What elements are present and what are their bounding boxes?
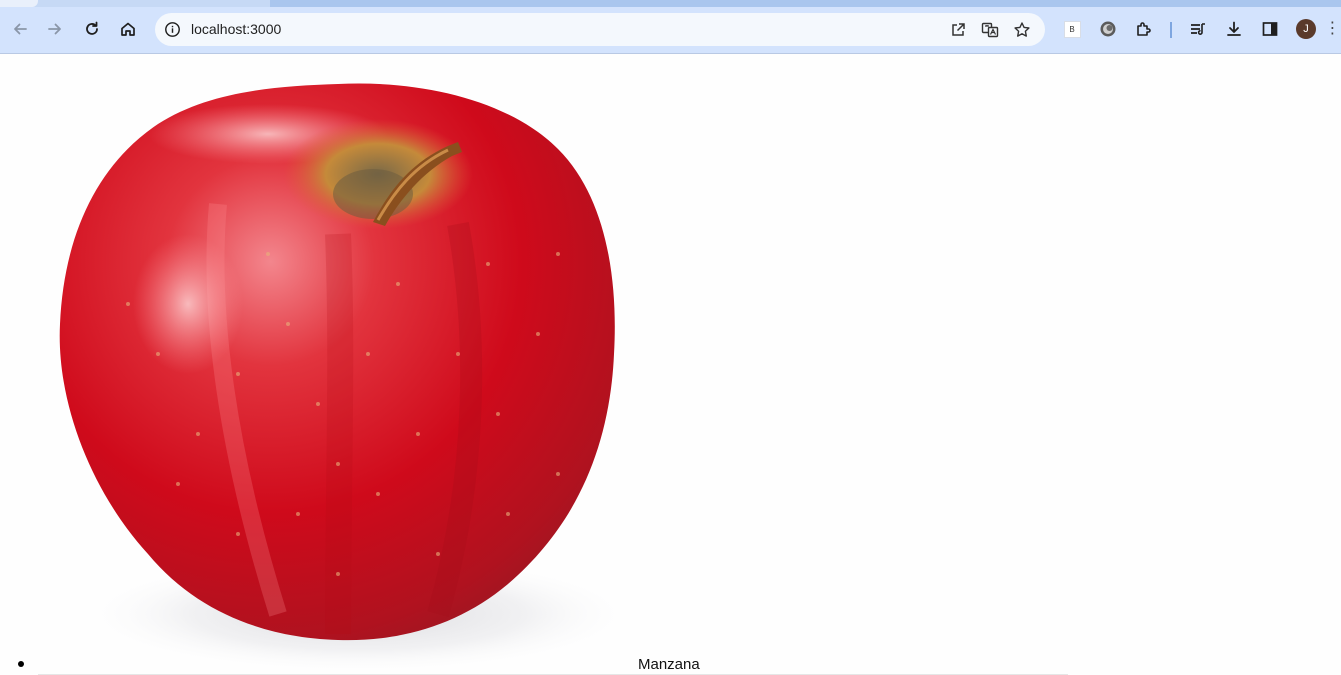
browser-toolbar: localhost:3000 B J ⋮ (0, 7, 1341, 54)
address-bar[interactable]: localhost:3000 (155, 13, 1045, 46)
media-queue-button[interactable] (1184, 15, 1212, 43)
extension-b-icon: B (1063, 20, 1081, 38)
list-bullet (18, 661, 24, 667)
extensions-button[interactable] (1130, 15, 1158, 43)
site-info-icon[interactable] (163, 20, 182, 39)
downloads-icon (1227, 21, 1241, 36)
reload-button[interactable] (78, 15, 106, 43)
translate-icon[interactable] (980, 20, 1000, 40)
more-menu-icon: ⋮ (1324, 20, 1341, 37)
side-panel-icon (1262, 22, 1278, 36)
extensions-puzzle-icon (1137, 22, 1151, 36)
extension-b-button[interactable]: B (1058, 15, 1086, 43)
tab-strip-background (270, 0, 1341, 7)
toolbar-separator (1170, 22, 1172, 38)
page-viewport: Manzana (0, 54, 1341, 675)
profile-avatar: J (1296, 19, 1316, 39)
home-icon (121, 22, 135, 36)
back-arrow-icon (14, 23, 27, 35)
product-name: Manzana (638, 656, 700, 673)
tab-strip (0, 0, 1341, 7)
reload-icon (86, 21, 98, 35)
profile-button[interactable]: J (1292, 15, 1320, 43)
active-tab[interactable] (0, 0, 38, 7)
back-button[interactable] (6, 15, 34, 43)
url-text[interactable]: localhost:3000 (191, 21, 281, 38)
product-image-apple[interactable] (38, 54, 1068, 670)
open-in-app-icon[interactable] (948, 20, 968, 40)
more-menu-button[interactable]: ⋮ (1324, 15, 1341, 43)
downloads-button[interactable] (1220, 15, 1248, 43)
home-button[interactable] (114, 15, 142, 43)
forward-arrow-icon (48, 23, 61, 35)
bookmark-star-icon[interactable] (1012, 20, 1032, 40)
forward-button[interactable] (41, 15, 69, 43)
list-item: Manzana (0, 54, 1341, 675)
side-panel-button[interactable] (1256, 15, 1284, 43)
media-queue-icon (1191, 23, 1205, 35)
extension-globe-icon (1100, 21, 1116, 37)
extension-globe-button[interactable] (1094, 15, 1122, 43)
